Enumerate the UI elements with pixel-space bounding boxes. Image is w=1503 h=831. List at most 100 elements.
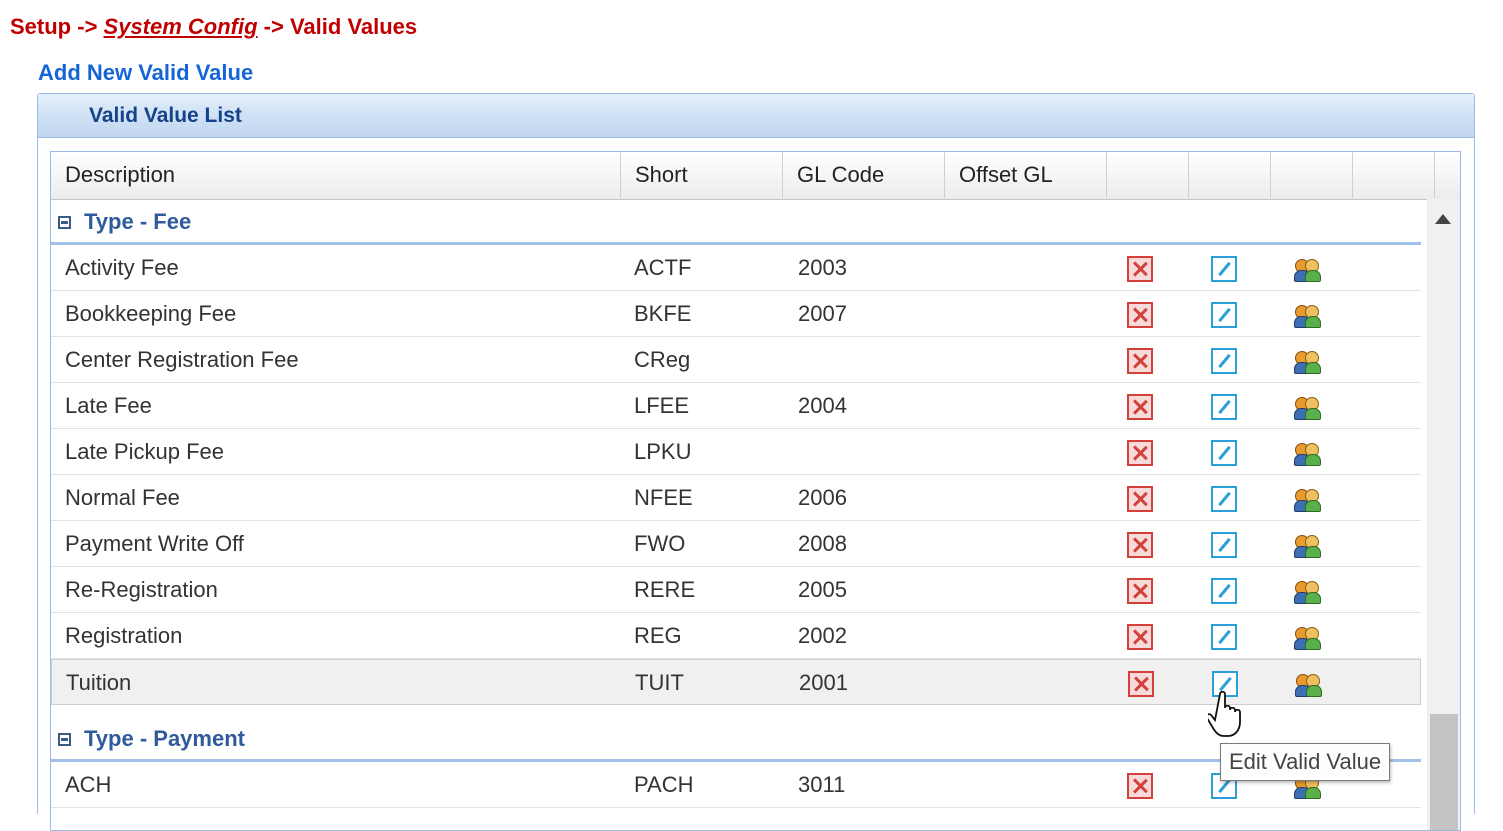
column-header-short[interactable]: Short — [621, 152, 783, 198]
cell-short: FWO — [634, 531, 686, 556]
delete-icon[interactable] — [1127, 394, 1153, 420]
column-header-gl-code[interactable]: GL Code — [783, 152, 945, 198]
table-row[interactable]: Late Pickup Fee LPKU — [51, 429, 1421, 475]
table-row[interactable]: Activity Fee ACTF 2003 — [51, 245, 1421, 291]
cell-short: NFEE — [634, 485, 693, 510]
cell-gl-code: 3011 — [798, 772, 846, 797]
cell-gl-code: 2003 — [798, 255, 847, 280]
cell-short: RERE — [634, 577, 696, 602]
delete-icon[interactable] — [1127, 256, 1153, 282]
users-icon[interactable] — [1294, 671, 1324, 697]
breadcrumb-separator: -> — [257, 14, 290, 39]
edit-tooltip: Edit Valid Value — [1220, 743, 1391, 781]
hand-cursor-icon — [1208, 690, 1241, 737]
cell-short: ACTF — [634, 255, 692, 280]
cell-description: Bookkeeping Fee — [65, 301, 237, 326]
group-label: Type - Payment — [84, 726, 245, 751]
table-row[interactable]: Late Fee LFEE 2004 — [51, 383, 1421, 429]
cell-gl-code: 2007 — [798, 301, 847, 326]
table-row[interactable]: Payment Write Off FWO 2008 — [51, 521, 1421, 567]
group-label: Type - Fee — [84, 209, 192, 234]
table-row[interactable]: Bookkeeping Fee BKFE 2007 — [51, 291, 1421, 337]
add-new-valid-value-link[interactable]: Add New Valid Value — [38, 60, 253, 86]
table-row[interactable]: Normal Fee NFEE 2006 — [51, 475, 1421, 521]
column-header-users — [1271, 152, 1353, 198]
edit-icon[interactable] — [1211, 532, 1237, 558]
group-header[interactable]: Type - Fee — [51, 199, 1421, 245]
cell-description: Activity Fee — [65, 255, 179, 280]
cell-description: Payment Write Off — [65, 531, 244, 556]
scrollbar-thumb[interactable] — [1430, 714, 1458, 830]
cell-short: CReg — [634, 347, 691, 372]
edit-icon[interactable] — [1211, 302, 1237, 328]
delete-icon[interactable] — [1127, 302, 1153, 328]
cell-gl-code: 2001 — [799, 670, 848, 695]
cell-gl-code: 2004 — [798, 393, 847, 418]
delete-icon[interactable] — [1127, 624, 1153, 650]
cell-gl-code: 2002 — [798, 623, 847, 648]
delete-icon[interactable] — [1127, 348, 1153, 374]
cell-short: TUIT — [635, 670, 684, 695]
cell-description: Center Registration Fee — [65, 347, 299, 372]
users-icon[interactable] — [1293, 394, 1323, 420]
users-icon[interactable] — [1293, 348, 1323, 374]
collapse-icon[interactable] — [58, 216, 71, 229]
delete-icon[interactable] — [1127, 532, 1153, 558]
table-row[interactable]: Registration REG 2002 — [51, 613, 1421, 659]
cell-gl-code: 2006 — [798, 485, 847, 510]
cell-gl-code: 2008 — [798, 531, 847, 556]
cell-short: LFEE — [634, 393, 690, 418]
valid-value-panel: Valid Value List Description Short GL Co… — [37, 93, 1475, 831]
column-header-extra — [1353, 152, 1435, 198]
grid-header: Description Short GL Code Offset GL — [51, 152, 1460, 200]
breadcrumb-current: Valid Values — [289, 14, 418, 39]
delete-icon[interactable] — [1127, 486, 1153, 512]
scroll-up-icon[interactable] — [1435, 214, 1451, 224]
cell-short: LPKU — [634, 439, 692, 464]
delete-icon[interactable] — [1127, 440, 1153, 466]
delete-icon[interactable] — [1128, 671, 1154, 697]
table-row[interactable]: ACH PACH 3011 — [51, 762, 1421, 808]
cell-description: Registration — [65, 623, 183, 648]
cell-description: ACH — [65, 772, 112, 797]
panel-title: Valid Value List — [38, 94, 1474, 138]
edit-icon[interactable] — [1211, 394, 1237, 420]
users-icon[interactable] — [1293, 532, 1323, 558]
column-header-delete — [1107, 152, 1189, 198]
edit-icon[interactable] — [1211, 486, 1237, 512]
users-icon[interactable] — [1293, 624, 1323, 650]
users-icon[interactable] — [1293, 302, 1323, 328]
edit-icon[interactable] — [1211, 578, 1237, 604]
column-header-edit — [1189, 152, 1271, 198]
edit-icon[interactable] — [1211, 256, 1237, 282]
breadcrumb-system-config-link[interactable]: System Config — [104, 14, 258, 39]
breadcrumb: Setup -> System Config -> Valid Values — [10, 14, 417, 40]
table-row[interactable]: Re-Registration RERE 2005 — [51, 567, 1421, 613]
breadcrumb-separator: -> — [71, 14, 104, 39]
cell-short: REG — [634, 623, 682, 648]
column-header-description[interactable]: Description — [51, 152, 621, 198]
table-row[interactable]: Center Registration Fee CReg — [51, 337, 1421, 383]
users-icon[interactable] — [1293, 486, 1323, 512]
valid-value-grid: Description Short GL Code Offset GL Type… — [50, 151, 1461, 831]
cell-description: Late Pickup Fee — [65, 439, 224, 464]
users-icon[interactable] — [1293, 578, 1323, 604]
users-icon[interactable] — [1293, 256, 1323, 282]
cell-gl-code: 2005 — [798, 577, 847, 602]
breadcrumb-setup: Setup — [10, 14, 72, 39]
cell-description: Re-Registration — [65, 577, 218, 602]
vertical-scrollbar[interactable] — [1427, 199, 1460, 830]
cell-description: Late Fee — [65, 393, 152, 418]
users-icon[interactable] — [1293, 440, 1323, 466]
edit-icon[interactable] — [1211, 348, 1237, 374]
delete-icon[interactable] — [1127, 578, 1153, 604]
column-header-offset-gl[interactable]: Offset GL — [945, 152, 1107, 198]
cell-short: PACH — [634, 772, 694, 797]
edit-icon[interactable] — [1211, 440, 1237, 466]
delete-icon[interactable] — [1127, 773, 1153, 799]
collapse-icon[interactable] — [58, 733, 71, 746]
cell-short: BKFE — [634, 301, 692, 326]
cell-description: Tuition — [66, 670, 132, 695]
cell-description: Normal Fee — [65, 485, 180, 510]
edit-icon[interactable] — [1211, 624, 1237, 650]
